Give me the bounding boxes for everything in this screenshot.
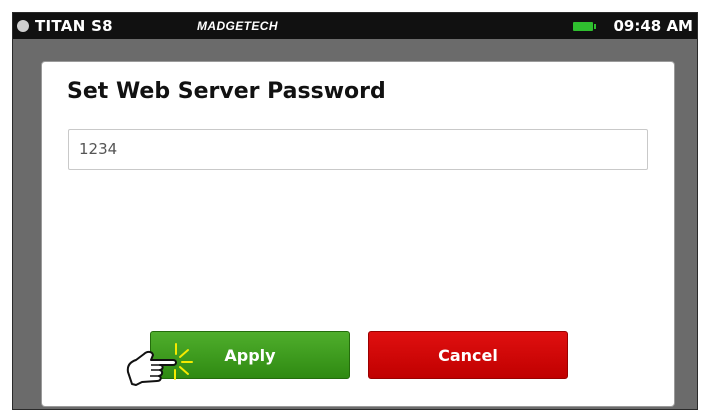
cancel-button[interactable]: Cancel	[368, 331, 568, 379]
brand-logo: MADGETECH	[197, 19, 278, 33]
apply-button[interactable]: Apply	[150, 331, 350, 379]
dialog-title: Set Web Server Password	[67, 79, 386, 104]
battery-icon	[573, 22, 596, 31]
status-dot-icon	[17, 20, 29, 32]
device-name: TITAN S8	[35, 17, 113, 35]
status-bar: TITAN S8 MADGETECH 09:48 AM	[13, 13, 697, 39]
clock-time: 09:48 AM	[613, 17, 693, 35]
password-dialog: Set Web Server Password 1234 Apply Cance…	[41, 61, 675, 407]
password-input[interactable]: 1234	[68, 129, 648, 170]
device-screen: TITAN S8 MADGETECH 09:48 AM Set Web Serv…	[12, 12, 698, 410]
